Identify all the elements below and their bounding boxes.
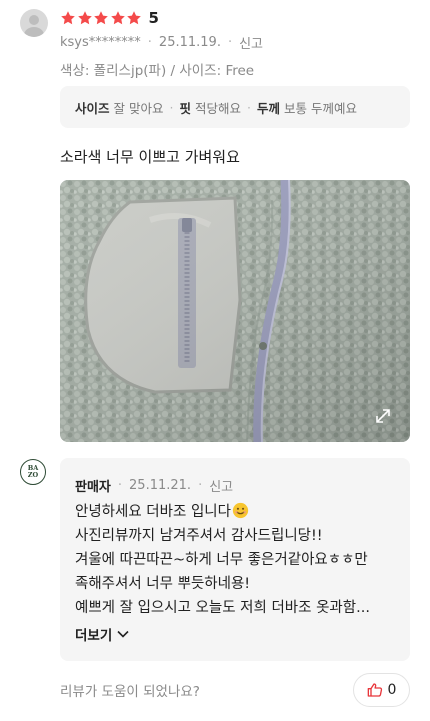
purchased-options: 색상: 폴리스jp(파) / 사이즈: Free: [60, 63, 255, 79]
meta-separator: ·: [147, 35, 152, 50]
thumbs-up-icon: [367, 683, 382, 697]
seller-logo-text-bottom: ZO: [27, 471, 39, 479]
star-icon: [110, 11, 125, 25]
review-date: 25.11.19.: [158, 35, 221, 50]
attr-separator: ·: [169, 99, 174, 115]
seller-reply-text: 안녕하세요 더바조 입니다 사진리뷰까지 남겨주셔서 감사드립니당!! 겨울에 …: [75, 500, 400, 620]
seller-reply: 판매자 · 25.11.21. · 신고 안녕하세요 더바조 입니다 사진리뷰까…: [60, 458, 410, 661]
star-icon: [77, 11, 92, 25]
smile-emoji-icon: [232, 502, 249, 519]
review-text: 소라색 너무 이쁘고 가벼워요: [60, 148, 240, 166]
like-count: 0: [387, 682, 397, 698]
review-photo[interactable]: [60, 180, 410, 442]
star-rating: 5: [60, 9, 159, 27]
reply-date: 25.11.21.: [129, 478, 192, 493]
attr-fit-value: 적당해요: [195, 100, 242, 116]
reviewer-avatar: [20, 9, 48, 37]
reply-line: 사진리뷰까지 남겨주셔서 감사드립니당!!: [75, 528, 323, 544]
star-icon: [94, 11, 108, 25]
chevron-down-icon: [117, 630, 129, 638]
review-attributes: 사이즈 잘 맞아요 · 핏 적당해요 · 두께 보통 두께예요: [60, 86, 410, 128]
reply-line: 안녕하세요 더바조 입니다: [75, 500, 400, 524]
report-link[interactable]: 신고: [239, 33, 263, 52]
show-more-button[interactable]: 더보기: [75, 624, 129, 644]
review-meta: ksys******** · 25.11.19. · 신고: [60, 33, 263, 52]
reply-line: 겨울에 따끈따끈~하게 너무 좋은거같아요ㅎㅎ만: [75, 552, 368, 568]
attr-separator: ·: [247, 99, 251, 115]
meta-separator: ·: [117, 478, 123, 493]
helpful-like-button[interactable]: 0: [353, 673, 410, 707]
review-card: 5 ksys******** · 25.11.19. · 신고 색상: 폴리스j…: [0, 0, 430, 721]
attr-thickness-key: 두께: [257, 100, 281, 116]
show-more-label: 더보기: [75, 628, 113, 644]
reply-line: 예쁘게 잘 입으시고 오늘도 저희 더바조 옷과함...: [75, 600, 370, 616]
meta-separator: ·: [227, 35, 233, 50]
expand-icon: [376, 409, 390, 423]
star-icon: [61, 11, 75, 25]
attr-fit-key: 핏: [179, 100, 191, 116]
expand-photo-button[interactable]: [370, 403, 396, 429]
meta-separator: ·: [198, 478, 203, 493]
attr-size-value: 잘 맞아요: [113, 100, 164, 116]
seller-name: 판매자: [75, 480, 111, 495]
attr-thickness-value: 보통 두께예요: [284, 100, 357, 116]
reply-line-text: 안녕하세요 더바조 입니다: [75, 504, 231, 520]
helpful-question: 리뷰가 도움이 되었나요?: [60, 684, 200, 700]
reply-report-link[interactable]: 신고: [209, 476, 233, 495]
attr-size-key: 사이즈: [75, 100, 110, 116]
reviewer-id: ksys********: [60, 35, 141, 50]
reply-line: 족해주셔서 너무 뿌듯하네용!: [75, 576, 251, 592]
star-icon: [127, 11, 141, 25]
seller-logo: BA ZO: [20, 459, 46, 485]
fleece-jacket-photo: [60, 180, 410, 442]
rating-value: 5: [148, 9, 159, 27]
seller-reply-meta: 판매자 · 25.11.21. · 신고: [75, 476, 233, 495]
